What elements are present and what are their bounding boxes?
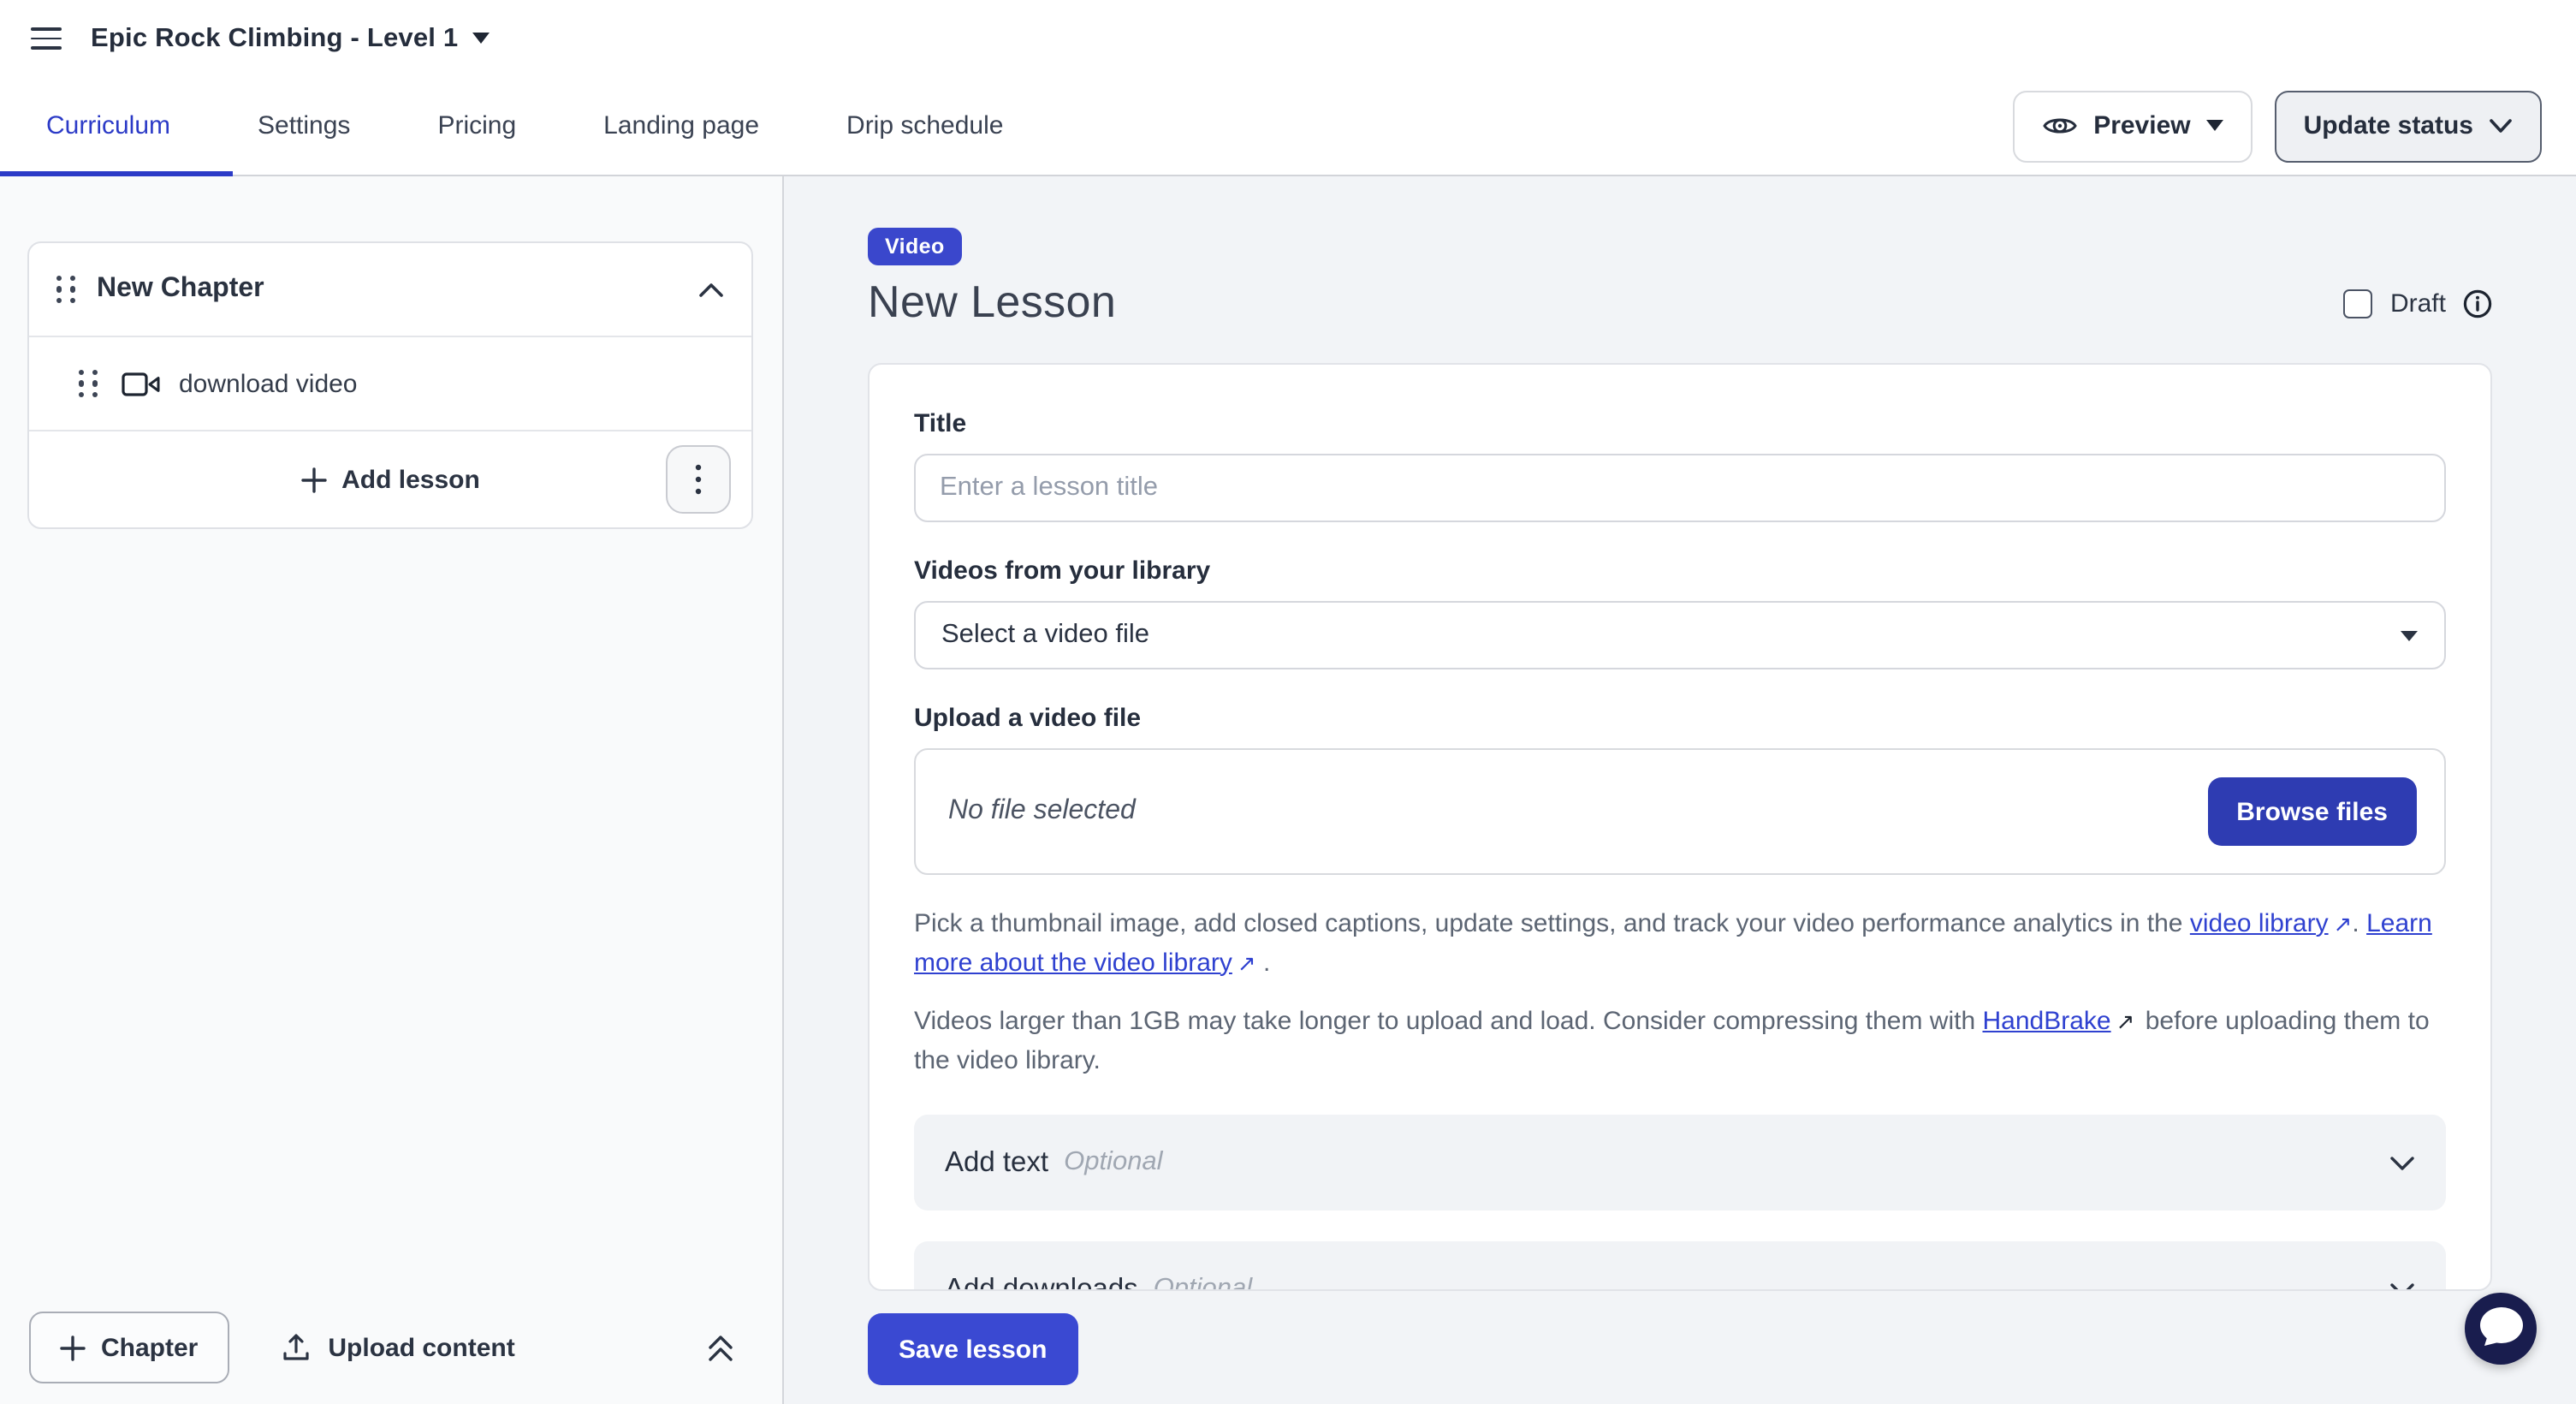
video-camera-icon [121,371,160,396]
no-file-text: No file selected [948,796,1136,827]
video-library-link[interactable]: video library↗ [2190,909,2353,938]
draft-toggle-row: Draft [2344,289,2492,318]
optional-label: Optional [1154,1274,1252,1291]
tabs-nav: Curriculum Settings Pricing Landing page… [0,111,1003,140]
draft-checkbox[interactable] [2344,289,2373,318]
plus-icon [300,467,326,492]
add-text-label: Add text [945,1146,1048,1179]
add-lesson-label: Add lesson [341,465,480,494]
upload-icon [280,1332,311,1363]
lesson-editor-panel: Video New Lesson Draft Title Videos from [784,176,2576,1404]
tab-bar: Curriculum Settings Pricing Landing page… [0,77,2576,176]
select-caret-icon [2400,629,2419,641]
handbrake-link[interactable]: HandBrake [1983,1007,2111,1036]
info-icon[interactable] [2463,289,2492,318]
app-window: Epic Rock Climbing - Level 1 Curriculum … [0,0,2576,1404]
chevron-down-icon [2389,1155,2415,1170]
curriculum-sidebar: New Chapter download video Add lesson [0,176,784,1404]
tabbar-actions: Preview Update status [2013,90,2576,162]
external-link-icon: ↗ [2116,1005,2135,1038]
chapter-menu-button[interactable] [666,445,731,514]
caret-down-icon [472,33,489,45]
help-text: Videos larger than 1GB may take longer t… [914,1007,1983,1036]
library-field-label: Videos from your library [914,556,2446,586]
add-chapter-button[interactable]: Chapter [29,1312,229,1383]
upload-content-label: Upload content [328,1333,514,1362]
tab-drip-schedule[interactable]: Drip schedule [846,111,1003,140]
tab-landing-page[interactable]: Landing page [603,111,759,140]
lesson-title: download video [179,369,358,398]
lesson-type-badge: Video [868,228,962,265]
add-lesson-button[interactable]: Add lesson [300,465,480,494]
upload-content-button[interactable]: Upload content [280,1332,514,1363]
add-lesson-row: Add lesson [29,431,751,527]
tab-curriculum[interactable]: Curriculum [46,111,170,140]
content-area: New Chapter download video Add lesson [0,176,2576,1404]
preview-button[interactable]: Preview [2013,90,2252,162]
update-status-button[interactable]: Update status [2275,90,2542,162]
collapse-all-button[interactable] [707,1333,734,1362]
lesson-item[interactable]: download video [29,337,751,431]
page-title: New Lesson [868,276,1116,329]
add-downloads-label: Add downloads [945,1273,1138,1291]
chevron-up-icon[interactable] [698,282,724,297]
eye-icon [2042,113,2078,139]
add-chapter-label: Chapter [101,1333,198,1362]
add-downloads-section[interactable]: Add downloads Optional [914,1241,2446,1291]
external-link-icon: ↗ [2334,907,2353,941]
course-title: Epic Rock Climbing - Level 1 [91,23,458,54]
add-text-section[interactable]: Add text Optional [914,1115,2446,1211]
chat-bubble-icon [2465,1293,2537,1365]
help-text: . [1256,948,1271,977]
sidebar-footer: Chapter Upload content [0,1291,782,1404]
menu-icon[interactable] [31,27,62,50]
video-library-select[interactable]: Select a video file [914,601,2446,669]
external-link-icon: ↗ [1238,946,1256,979]
browse-files-button[interactable]: Browse files [2207,777,2417,846]
chapter-title: New Chapter [97,274,264,305]
lesson-title-input[interactable] [914,454,2446,522]
tab-pricing[interactable]: Pricing [437,111,516,140]
chapter-card: New Chapter download video Add lesson [27,241,753,529]
upload-field-label: Upload a video file [914,704,2446,733]
double-chevron-up-icon [707,1333,734,1362]
lesson-header: Video New Lesson Draft [868,228,2492,329]
draft-label: Draft [2390,289,2446,318]
update-status-label: Update status [2304,111,2473,140]
drag-handle-icon[interactable] [56,275,76,303]
selected-video-value: Select a video file [941,620,1149,651]
help-text: . [2352,909,2366,938]
chat-widget-button[interactable] [2465,1293,2537,1365]
save-lesson-button[interactable]: Save lesson [868,1313,1077,1385]
help-text: Pick a thumbnail image, add closed capti… [914,909,2190,938]
top-header: Epic Rock Climbing - Level 1 [0,0,2576,77]
lesson-header-left: Video New Lesson [868,228,1116,329]
lesson-form-card: Title Videos from your library Select a … [868,363,2492,1291]
optional-label: Optional [1064,1147,1162,1178]
caret-down-icon [2206,120,2223,132]
chevron-down-icon [2489,118,2513,134]
title-field-label: Title [914,409,2446,438]
video-library-help-text: Pick a thumbnail image, add closed capti… [914,906,2446,983]
plus-icon [60,1335,86,1360]
compression-help-text: Videos larger than 1GB may take longer t… [914,1003,2446,1080]
drag-handle-icon[interactable] [79,369,98,397]
tab-settings[interactable]: Settings [258,111,350,140]
preview-label: Preview [2093,111,2190,140]
chapter-header[interactable]: New Chapter [29,243,751,337]
kebab-icon [695,464,702,495]
chevron-down-icon [2389,1282,2415,1291]
course-title-dropdown[interactable]: Epic Rock Climbing - Level 1 [91,23,489,54]
file-upload-dropzone[interactable]: No file selected Browse files [914,748,2446,875]
